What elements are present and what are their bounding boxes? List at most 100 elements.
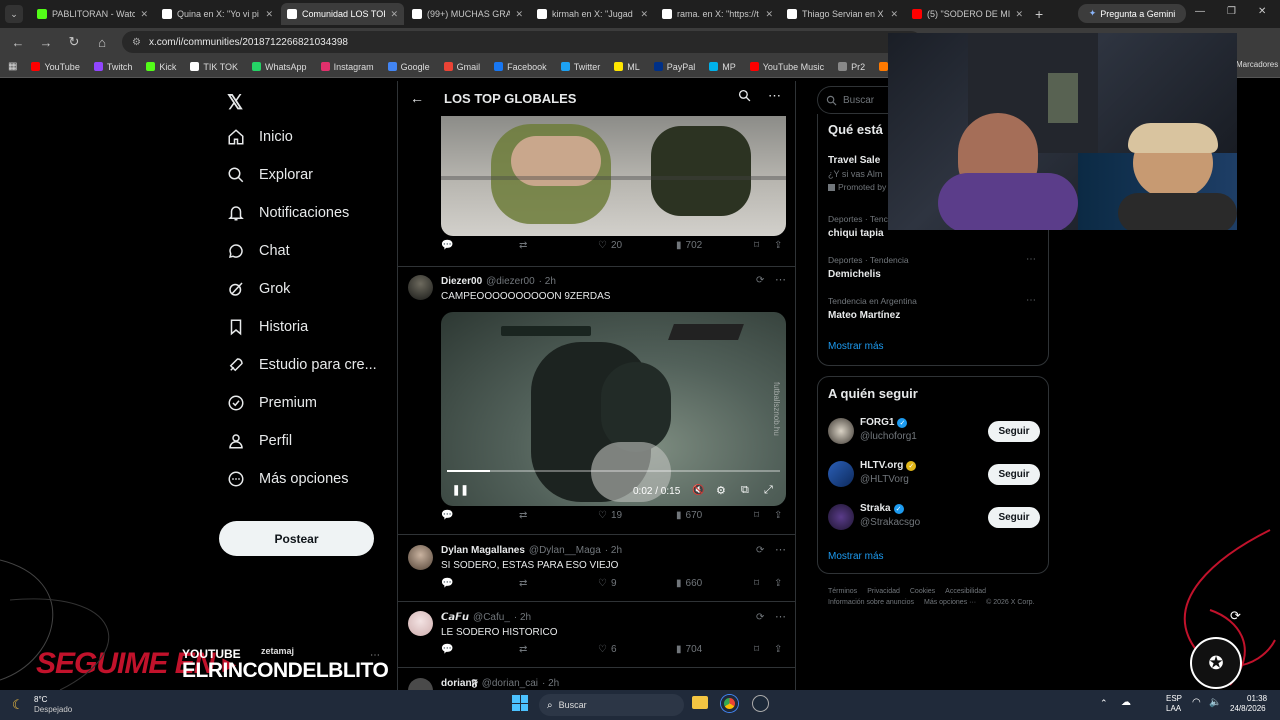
sidebar-item-grok[interactable]: Grok <box>227 280 377 298</box>
show-more-link[interactable]: Mostrar más <box>828 341 884 352</box>
grok-floating-icon[interactable]: ⟳ <box>1230 608 1248 626</box>
post-author-handle[interactable]: @Dylan__Maga <box>529 545 601 556</box>
sidebar-item-premium[interactable]: Premium <box>227 394 377 412</box>
avatar[interactable] <box>828 461 854 487</box>
browser-tab[interactable]: Comunidad LOS TOP ✕ <box>281 3 404 25</box>
bookmark-item[interactable]: WhatsApp <box>252 62 307 72</box>
sidebar-item-chat[interactable]: Chat <box>227 242 377 260</box>
browser-tab[interactable]: (5) "SODERO DE MI V ✕ <box>906 3 1029 25</box>
footer-link[interactable]: Más opciones ··· <box>924 599 976 606</box>
follow-button[interactable]: Seguir <box>988 507 1040 528</box>
bookmark-post-icon[interactable]: ⌑ <box>754 240 759 251</box>
browser-tab[interactable]: Quina en X: "Yo vi pi ✕ <box>156 3 279 25</box>
footer-link[interactable]: Términos <box>828 588 857 595</box>
home-browser-icon[interactable]: ⌂ <box>94 35 110 50</box>
bookmark-item[interactable]: ML <box>614 62 640 72</box>
post-time[interactable]: · 2h <box>514 612 531 623</box>
bookmark-item[interactable]: MP <box>709 62 736 72</box>
bookmark-item[interactable]: Twitch <box>93 62 132 72</box>
bookmark-item[interactable]: YouTube Music <box>749 62 824 72</box>
tab-close-icon[interactable]: ✕ <box>640 9 648 20</box>
post-author-name[interactable]: dorian𝕱 <box>441 678 478 689</box>
close-window-icon[interactable]: ✕ <box>1258 6 1266 17</box>
tray-chevron-icon[interactable]: ⌃ <box>1100 698 1108 709</box>
share-icon[interactable]: ⇪ <box>774 510 782 521</box>
trend-item[interactable]: Deportes · Tendencia Demichelis <box>828 255 909 280</box>
volume-icon[interactable]: 🔈 <box>1209 697 1221 708</box>
share-icon[interactable]: ⇪ <box>774 240 782 251</box>
reply-icon[interactable]: 💬 <box>441 578 453 589</box>
like-button[interactable]: ♡ 19 <box>598 510 622 521</box>
footer-link[interactable]: Accesibilidad <box>945 588 986 595</box>
views-button[interactable]: ▮ 702 <box>676 240 702 251</box>
chrome-icon[interactable] <box>721 695 738 712</box>
mute-icon[interactable]: 🔇 <box>692 485 704 496</box>
bookmark-item[interactable]: Kick <box>146 62 176 72</box>
views-button[interactable]: ▮ 670 <box>676 510 702 521</box>
post-author-handle[interactable]: @diezer00 <box>486 276 535 287</box>
repost-icon[interactable]: ⇄ <box>519 240 527 251</box>
grok-post-icon[interactable]: ⟳ <box>756 545 764 556</box>
post-item[interactable]: 💬 ⇄ ♡ 20 ▮ 702 ⌑ ⇪ <box>398 115 795 267</box>
trend-item[interactable]: Travel Sale ¿Y si vas Alm Promoted by <box>828 155 886 192</box>
views-button[interactable]: ▮ 660 <box>676 578 702 589</box>
bookmark-item[interactable]: PayPal <box>653 62 695 72</box>
follow-button[interactable]: Seguir <box>988 464 1040 485</box>
reload-icon[interactable]: ↻ <box>66 34 82 50</box>
bookmark-item[interactable]: Instagram <box>320 62 374 72</box>
repost-icon[interactable]: ⇄ <box>519 644 527 655</box>
sidebar-item-historia[interactable]: Historia <box>227 318 377 336</box>
tab-close-icon[interactable]: ✕ <box>890 9 898 20</box>
post-item[interactable]: dorian𝕱 @dorian_cai · 2h <box>398 668 795 691</box>
tab-close-icon[interactable]: ✕ <box>1015 9 1023 20</box>
repost-icon[interactable]: ⇄ <box>519 510 527 521</box>
sidebar-item-inicio[interactable]: Inicio <box>227 128 377 146</box>
video-player[interactable]: futballsznob.hu ❚❚ 0:02 / 0:15 🔇 ⚙ ⧉ ⤢ <box>441 312 786 506</box>
post-author-name[interactable]: Diezer00 <box>441 276 482 287</box>
post-author-name[interactable]: Dylan Magallanes <box>441 545 525 556</box>
wifi-icon[interactable]: ◠ <box>1192 697 1201 708</box>
post-more-icon[interactable]: ⋯ <box>775 543 786 556</box>
avatar[interactable] <box>408 275 433 300</box>
sidebar-item-notificaciones[interactable]: Notificaciones <box>227 204 377 222</box>
avatar[interactable] <box>828 418 854 444</box>
repost-icon[interactable]: ⇄ <box>519 578 527 589</box>
avatar[interactable] <box>408 545 433 570</box>
browser-tab[interactable]: kirmah en X: "Jugad ✕ <box>531 3 654 25</box>
share-icon[interactable]: ⇪ <box>774 578 782 589</box>
sidebar-item-estudio[interactable]: Estudio para cre... <box>227 356 377 374</box>
lang-1[interactable]: ESP <box>1166 694 1182 703</box>
bookmark-item[interactable]: Twitter <box>560 62 600 72</box>
tab-close-icon[interactable]: ✕ <box>765 9 773 20</box>
new-tab-button[interactable]: + <box>1035 6 1043 22</box>
fullscreen-icon[interactable]: ⤢ <box>764 484 773 497</box>
post-author-handle[interactable]: @dorian_cai <box>482 678 538 689</box>
pip-icon[interactable]: ⧉ <box>741 484 749 497</box>
clock-date[interactable]: 24/8/2026 <box>1230 704 1266 713</box>
network-icon[interactable]: ☁ <box>1121 697 1131 708</box>
tab-close-icon[interactable]: ✕ <box>140 9 148 20</box>
follow-suggestion[interactable]: Straka ✓ @Strakacsgo Seguir <box>828 503 1040 533</box>
steam-icon[interactable] <box>752 695 769 712</box>
minimize-icon[interactable]: — <box>1195 6 1205 17</box>
bookmark-post-icon[interactable]: ⌑ <box>754 644 759 655</box>
post-item[interactable]: Diezer00 @diezer00 · 2h ⟳ ⋯ CAMPEOOOOOOO… <box>398 267 795 535</box>
browser-tab[interactable]: rama. en X: "https://t ✕ <box>656 3 779 25</box>
browser-tab[interactable]: Thiago Servian en X ✕ <box>781 3 904 25</box>
bookmarks-folder[interactable]: Marcadores <box>1236 60 1278 69</box>
file-explorer-icon[interactable] <box>692 696 708 709</box>
back-arrow-icon[interactable]: ← <box>410 90 424 106</box>
bookmark-post-icon[interactable]: ⌑ <box>754 578 759 589</box>
search-community-icon[interactable] <box>738 89 751 107</box>
bookmark-item[interactable]: YouTube <box>31 62 80 72</box>
post-time[interactable]: · 2h <box>539 276 556 287</box>
sidebar-item-perfil[interactable]: Perfil <box>227 432 377 450</box>
post-author-handle[interactable]: @Cafu_ <box>473 612 510 623</box>
url-field[interactable]: ⚙ x.com/i/communities/201871226682103439… <box>122 31 922 53</box>
grok-post-icon[interactable]: ⟳ <box>756 612 764 623</box>
post-more-icon[interactable]: ⋯ <box>775 273 786 286</box>
tab-close-icon[interactable]: ✕ <box>515 9 523 20</box>
gemini-button[interactable]: ✦ Pregunta a Gemini <box>1078 4 1186 23</box>
footer-link[interactable]: Cookies <box>910 588 935 595</box>
tab-close-icon[interactable]: ✕ <box>265 9 273 20</box>
